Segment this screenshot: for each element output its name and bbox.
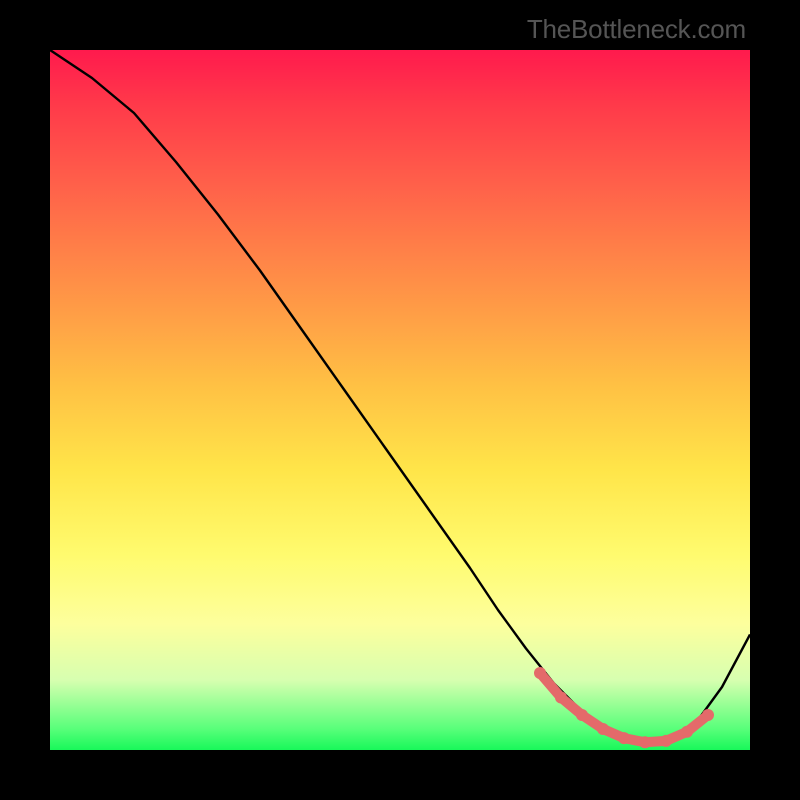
watermark-text: TheBottleneck.com bbox=[527, 14, 746, 45]
chart-svg bbox=[50, 50, 750, 750]
highlight-dot bbox=[660, 735, 672, 747]
curve-line bbox=[50, 50, 750, 743]
highlight-dot bbox=[618, 732, 630, 744]
highlight-dot bbox=[681, 726, 693, 738]
highlight-dot bbox=[639, 736, 651, 748]
highlight-dot bbox=[576, 709, 588, 721]
highlight-dot bbox=[534, 667, 546, 679]
highlight-dot bbox=[597, 723, 609, 735]
chart-frame: TheBottleneck.com bbox=[0, 0, 800, 800]
highlight-dot bbox=[702, 709, 714, 721]
highlight-dots bbox=[534, 667, 714, 748]
highlight-dot bbox=[555, 692, 567, 704]
